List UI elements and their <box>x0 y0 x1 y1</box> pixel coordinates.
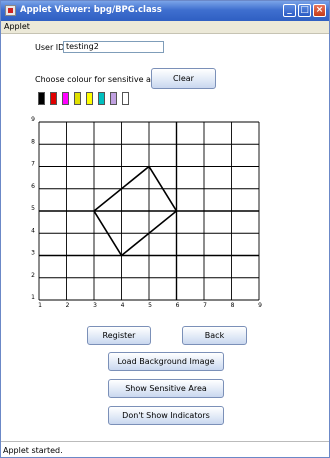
drawing-grid[interactable]: 1 2 3 4 5 6 7 8 9 1 2 3 4 5 6 7 8 9 <box>1 116 329 316</box>
register-button[interactable]: Register <box>87 326 151 345</box>
x-tick-label: 3 <box>93 302 97 309</box>
back-button[interactable]: Back <box>182 326 247 345</box>
y-tick-label: 2 <box>31 272 35 279</box>
window-title: Applet Viewer: bpg/BPG.class <box>20 5 162 15</box>
x-tick-label: 6 <box>176 302 180 309</box>
y-tick-label: 1 <box>31 294 35 301</box>
colour-swatch[interactable] <box>110 92 117 105</box>
load-background-image-button[interactable]: Load Background Image <box>108 352 224 371</box>
colour-swatch[interactable] <box>122 92 129 105</box>
colour-label: Choose colour for sensitive area: <box>35 75 167 84</box>
x-axis-labels: 1 2 3 4 5 6 7 8 9 <box>38 302 262 309</box>
colour-swatch[interactable] <box>86 92 93 105</box>
x-tick-label: 8 <box>231 302 235 309</box>
dont-show-indicators-button[interactable]: Don't Show Indicators <box>108 406 224 425</box>
x-tick-label: 5 <box>148 302 152 309</box>
colour-swatch[interactable] <box>98 92 105 105</box>
x-tick-label: 7 <box>203 302 207 309</box>
x-tick-label: 1 <box>38 302 42 309</box>
minimize-button[interactable]: _ <box>283 4 296 17</box>
colour-swatch[interactable] <box>38 92 45 105</box>
applet-content: User ID: testing2 Choose colour for sens… <box>1 34 329 441</box>
show-sensitive-area-button[interactable]: Show Sensitive Area <box>108 379 224 398</box>
status-text: Applet started. <box>3 446 63 455</box>
x-tick-label: 4 <box>121 302 125 309</box>
y-tick-label: 5 <box>31 205 35 212</box>
menu-applet[interactable]: Applet <box>4 22 30 31</box>
applet-viewer-window: Applet Viewer: bpg/BPG.class _ □ × Apple… <box>0 0 330 458</box>
colour-swatch[interactable] <box>62 92 69 105</box>
grid-lines <box>38 121 260 301</box>
y-tick-label: 9 <box>31 116 35 123</box>
y-tick-label: 3 <box>31 250 35 257</box>
title-bar[interactable]: Applet Viewer: bpg/BPG.class _ □ × <box>1 1 329 21</box>
y-tick-label: 8 <box>31 138 35 145</box>
java-app-icon <box>5 5 16 16</box>
colour-swatch[interactable] <box>74 92 81 105</box>
colour-swatch[interactable] <box>50 92 57 105</box>
userid-input[interactable]: testing2 <box>63 41 164 53</box>
y-tick-label: 4 <box>31 227 35 234</box>
y-tick-label: 6 <box>31 183 35 190</box>
close-button[interactable]: × <box>313 4 326 17</box>
y-tick-label: 7 <box>31 161 35 168</box>
x-tick-label: 9 <box>258 302 262 309</box>
clear-button[interactable]: Clear <box>151 68 216 89</box>
y-axis-labels: 1 2 3 4 5 6 7 8 9 <box>31 116 35 301</box>
x-tick-label: 2 <box>66 302 70 309</box>
menu-bar: Applet <box>1 21 329 34</box>
maximize-button[interactable]: □ <box>298 4 311 17</box>
status-bar: Applet started. <box>1 441 329 457</box>
